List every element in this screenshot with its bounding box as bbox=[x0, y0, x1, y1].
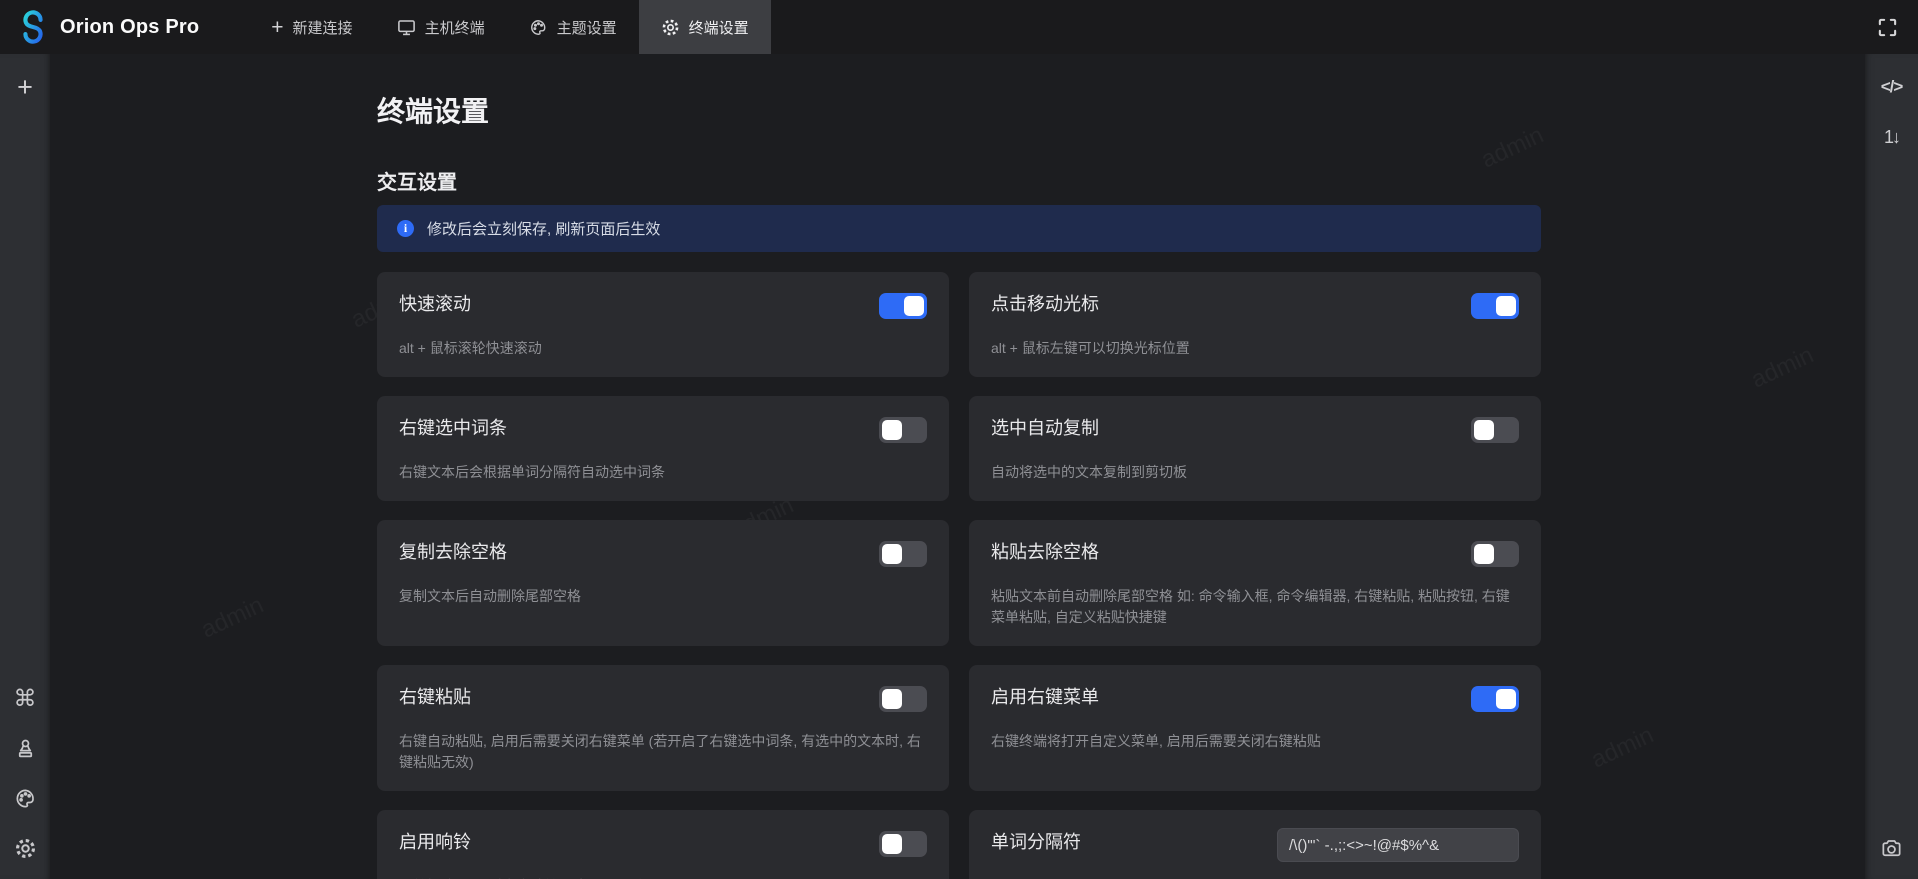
nav-label: 主机终端 bbox=[425, 17, 485, 38]
right-rail: </> 1↓ bbox=[1865, 54, 1918, 879]
gear-icon[interactable] bbox=[8, 831, 42, 865]
setting-title: 右键粘贴 bbox=[399, 685, 927, 710]
toggle-enable-bell[interactable] bbox=[879, 831, 927, 857]
notice-text: 修改后会立刻保存, 刷新页面后生效 bbox=[427, 218, 660, 239]
toggle-knob bbox=[904, 296, 924, 316]
palette-icon[interactable] bbox=[8, 781, 42, 815]
toggle-knob bbox=[882, 689, 902, 709]
left-rail: + ⌘ bbox=[0, 54, 50, 879]
top-bar: Orion Ops Pro + 新建连接 主机终端 主题设置 bbox=[0, 0, 1918, 54]
command-shortcut-icon[interactable]: ⌘ bbox=[8, 681, 42, 715]
section-title: 交互设置 bbox=[377, 170, 1541, 196]
setting-description: 右键终端将打开自定义菜单, 启用后需要关闭右键粘贴 bbox=[991, 731, 1519, 752]
toggle-right-click-select-word[interactable] bbox=[879, 417, 927, 443]
toggle-fast-scroll[interactable] bbox=[879, 293, 927, 319]
toggle-paste-trim-space[interactable] bbox=[1471, 541, 1519, 567]
input-word-separator[interactable] bbox=[1277, 828, 1519, 862]
setting-card-click-move-cursor: 点击移动光标 alt + 鼠标左键可以切换光标位置 bbox=[969, 272, 1541, 377]
setting-card-selection-auto-copy: 选中自动复制 自动将选中的文本复制到剪切板 bbox=[969, 396, 1541, 501]
setting-title: 选中自动复制 bbox=[991, 416, 1519, 441]
setting-title: 启用响铃 bbox=[399, 830, 927, 855]
app-title: Orion Ops Pro bbox=[60, 16, 199, 39]
setting-title: 复制去除空格 bbox=[399, 540, 927, 565]
main-content: admin admin admin admin admin admin admi… bbox=[50, 54, 1865, 879]
setting-description: alt + 鼠标左键可以切换光标位置 bbox=[991, 338, 1519, 359]
page-title: 终端设置 bbox=[377, 94, 1541, 130]
watermark-text: admin bbox=[1587, 721, 1658, 774]
gear-icon bbox=[661, 18, 680, 37]
watermark-text: admin bbox=[1747, 341, 1818, 394]
top-nav: + 新建连接 主机终端 主题设置 终端设置 bbox=[249, 0, 770, 54]
topbar-right bbox=[1870, 0, 1918, 54]
setting-title: 右键选中词条 bbox=[399, 416, 927, 441]
setting-description: 粘贴文本前自动删除尾部空格 如: 命令输入框, 命令编辑器, 右键粘贴, 粘贴按… bbox=[991, 586, 1519, 628]
add-tab-button[interactable]: + bbox=[8, 70, 42, 104]
watermark-text: admin bbox=[197, 591, 268, 644]
settings-grid: 快速滚动 alt + 鼠标滚轮快速滚动 点击移动光标 alt + 鼠标左键可以切… bbox=[377, 272, 1541, 879]
toggle-knob bbox=[882, 420, 902, 440]
toggle-knob bbox=[882, 544, 902, 564]
setting-title: 启用右键菜单 bbox=[991, 685, 1519, 710]
nav-new-connection[interactable]: + 新建连接 bbox=[249, 0, 374, 54]
toggle-knob bbox=[882, 834, 902, 854]
setting-description: 复制文本后自动删除尾部空格 bbox=[399, 586, 927, 607]
app-logo-icon bbox=[16, 10, 50, 44]
toggle-selection-auto-copy[interactable] bbox=[1471, 417, 1519, 443]
screenshot-camera-icon[interactable] bbox=[1875, 831, 1909, 865]
nav-label: 新建连接 bbox=[293, 17, 353, 38]
setting-card-fast-scroll: 快速滚动 alt + 鼠标滚轮快速滚动 bbox=[377, 272, 949, 377]
code-view-icon[interactable]: </> bbox=[1875, 70, 1909, 104]
nav-terminal-settings[interactable]: 终端设置 bbox=[639, 0, 771, 54]
setting-title: 点击移动光标 bbox=[991, 292, 1519, 317]
setting-card-word-separator: 单词分隔符 bbox=[969, 810, 1541, 879]
toggle-right-click-paste[interactable] bbox=[879, 686, 927, 712]
setting-title: 粘贴去除空格 bbox=[991, 540, 1519, 565]
monitor-icon bbox=[397, 18, 416, 37]
setting-card-enable-bell: 启用响铃 系统接收到 \a 时发出响铃(一般不用开启) bbox=[377, 810, 949, 879]
toggle-knob bbox=[1474, 544, 1494, 564]
info-icon: i bbox=[397, 220, 414, 237]
nav-label: 主题设置 bbox=[557, 17, 617, 38]
setting-description: 自动将选中的文本复制到剪切板 bbox=[991, 462, 1519, 483]
setting-title: 快速滚动 bbox=[399, 292, 927, 317]
stamp-icon[interactable] bbox=[8, 731, 42, 765]
setting-description: 右键文本后会根据单词分隔符自动选中词条 bbox=[399, 462, 927, 483]
setting-card-enable-context-menu: 启用右键菜单 右键终端将打开自定义菜单, 启用后需要关闭右键粘贴 bbox=[969, 665, 1541, 791]
nav-host-terminal[interactable]: 主机终端 bbox=[375, 0, 507, 54]
toggle-copy-trim-space[interactable] bbox=[879, 541, 927, 567]
setting-description: alt + 鼠标滚轮快速滚动 bbox=[399, 338, 927, 359]
setting-card-copy-trim-space: 复制去除空格 复制文本后自动删除尾部空格 bbox=[377, 520, 949, 646]
setting-card-right-click-select-word: 右键选中词条 右键文本后会根据单词分隔符自动选中词条 bbox=[377, 396, 949, 501]
toggle-enable-context-menu[interactable] bbox=[1471, 686, 1519, 712]
nav-label: 终端设置 bbox=[689, 17, 749, 38]
palette-icon bbox=[529, 18, 548, 37]
plus-icon: + bbox=[271, 17, 283, 38]
nav-theme-settings[interactable]: 主题设置 bbox=[507, 0, 639, 54]
plus-icon: + bbox=[17, 72, 33, 103]
brand: Orion Ops Pro bbox=[0, 0, 219, 54]
setting-description: 右键自动粘贴, 启用后需要关闭右键菜单 (若开启了右键选中词条, 有选中的文本时… bbox=[399, 731, 927, 773]
setting-card-paste-trim-space: 粘贴去除空格 粘贴文本前自动删除尾部空格 如: 命令输入框, 命令编辑器, 右键… bbox=[969, 520, 1541, 646]
setting-card-right-click-paste: 右键粘贴 右键自动粘贴, 启用后需要关闭右键菜单 (若开启了右键选中词条, 有选… bbox=[377, 665, 949, 791]
toggle-knob bbox=[1474, 420, 1494, 440]
save-notice-banner: i 修改后会立刻保存, 刷新页面后生效 bbox=[377, 205, 1541, 252]
toggle-knob bbox=[1496, 296, 1516, 316]
line-sort-icon[interactable]: 1↓ bbox=[1875, 120, 1909, 154]
fullscreen-icon[interactable] bbox=[1870, 10, 1904, 44]
toggle-knob bbox=[1496, 689, 1516, 709]
toggle-click-move-cursor[interactable] bbox=[1471, 293, 1519, 319]
